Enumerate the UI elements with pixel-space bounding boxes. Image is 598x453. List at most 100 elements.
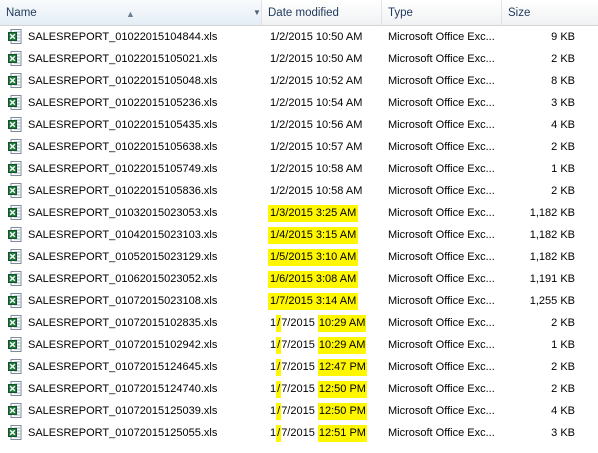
file-date-modified: 1/2/2015 10:58 AM bbox=[270, 180, 362, 202]
excel-file-icon bbox=[8, 183, 22, 198]
file-row[interactable]: SALESREPORT_01072015023108.xls 1/7/2015 3… bbox=[0, 290, 598, 312]
file-name[interactable]: SALESREPORT_01022015105048.xls bbox=[28, 70, 217, 92]
file-size: 1 KB bbox=[551, 339, 575, 351]
column-header-type[interactable]: Type bbox=[382, 0, 502, 25]
file-row[interactable]: SALESREPORT_01022015105749.xls 1/2/2015 1… bbox=[0, 158, 598, 180]
excel-file-icon bbox=[8, 249, 22, 264]
file-row[interactable]: SALESREPORT_01072015124645.xls 1/7/2015 1… bbox=[0, 356, 598, 378]
column-header-name-label: Name bbox=[6, 7, 37, 19]
date-text: 1/7/2015 10:29 AM bbox=[270, 337, 367, 354]
file-type: Microsoft Office Exc... bbox=[388, 361, 495, 373]
file-name[interactable]: SALESREPORT_01032015023053.xls bbox=[28, 202, 217, 224]
file-name[interactable]: SALESREPORT_01022015105236.xls bbox=[28, 92, 217, 114]
file-date-modified: 1/7/2015 3:14 AM bbox=[268, 290, 359, 312]
file-type: Microsoft Office Exc... bbox=[388, 251, 495, 263]
file-name[interactable]: SALESREPORT_01022015105836.xls bbox=[28, 180, 217, 202]
file-name[interactable]: SALESREPORT_01042015023103.xls bbox=[28, 224, 217, 246]
file-type: Microsoft Office Exc... bbox=[388, 207, 495, 219]
file-date-modified: 1/2/2015 10:50 AM bbox=[270, 48, 362, 70]
file-date-modified: 1/2/2015 10:56 AM bbox=[270, 114, 362, 136]
file-size: 9 KB bbox=[551, 31, 575, 43]
excel-file-icon bbox=[8, 227, 22, 242]
file-size: 2 KB bbox=[551, 53, 575, 65]
file-type: Microsoft Office Exc... bbox=[388, 31, 495, 43]
file-row[interactable]: SALESREPORT_01022015105435.xls 1/2/2015 1… bbox=[0, 114, 598, 136]
column-header-size-label: Size bbox=[508, 7, 531, 19]
date-text: 1/3/2015 3:25 AM bbox=[268, 205, 359, 222]
file-row[interactable]: SALESREPORT_01022015105236.xls 1/2/2015 1… bbox=[0, 92, 598, 114]
file-name[interactable]: SALESREPORT_01022015104844.xls bbox=[28, 26, 217, 48]
file-size: 1 KB bbox=[551, 163, 575, 175]
file-name[interactable]: SALESREPORT_01062015023052.xls bbox=[28, 268, 217, 290]
file-row[interactable]: SALESREPORT_01022015105048.xls 1/2/2015 1… bbox=[0, 70, 598, 92]
file-name[interactable]: SALESREPORT_01022015105638.xls bbox=[28, 136, 217, 158]
column-header-name[interactable]: Name ▲ bbox=[0, 0, 262, 25]
date-text: 1/2/2015 10:50 AM bbox=[270, 31, 363, 43]
file-size: 3 KB bbox=[551, 97, 575, 109]
excel-file-icon bbox=[8, 293, 22, 308]
file-row[interactable]: SALESREPORT_01072015102835.xls 1/7/2015 1… bbox=[0, 312, 598, 334]
excel-file-icon bbox=[8, 161, 22, 176]
file-name[interactable]: SALESREPORT_01072015023108.xls bbox=[28, 290, 217, 312]
file-row[interactable]: SALESREPORT_01072015124740.xls 1/7/2015 1… bbox=[0, 378, 598, 400]
file-row[interactable]: SALESREPORT_01022015105836.xls 1/2/2015 1… bbox=[0, 180, 598, 202]
file-row[interactable]: SALESREPORT_01072015125055.xls 1/7/2015 1… bbox=[0, 422, 598, 444]
file-name[interactable]: SALESREPORT_01072015102835.xls bbox=[28, 312, 217, 334]
file-date-modified: 1/7/2015 12:50 PM bbox=[270, 400, 367, 422]
excel-file-icon bbox=[8, 359, 22, 374]
excel-file-icon bbox=[8, 73, 22, 88]
file-row[interactable]: SALESREPORT_01022015105021.xls 1/2/2015 1… bbox=[0, 48, 598, 70]
file-type: Microsoft Office Exc... bbox=[388, 317, 495, 329]
sort-ascending-icon: ▲ bbox=[126, 9, 135, 19]
file-name[interactable]: SALESREPORT_01072015124645.xls bbox=[28, 356, 217, 378]
file-type: Microsoft Office Exc... bbox=[388, 119, 495, 131]
file-size: 2 KB bbox=[551, 317, 575, 329]
file-type: Microsoft Office Exc... bbox=[388, 383, 495, 395]
file-row[interactable]: SALESREPORT_01062015023052.xls 1/6/2015 3… bbox=[0, 268, 598, 290]
file-date-modified: 1/2/2015 10:57 AM bbox=[270, 136, 362, 158]
file-name[interactable]: SALESREPORT_01072015124740.xls bbox=[28, 378, 217, 400]
file-type: Microsoft Office Exc... bbox=[388, 97, 495, 109]
excel-file-icon bbox=[8, 315, 22, 330]
file-name[interactable]: SALESREPORT_01022015105021.xls bbox=[28, 48, 217, 70]
file-name[interactable]: SALESREPORT_01072015102942.xls bbox=[28, 334, 217, 356]
file-name[interactable]: SALESREPORT_01072015125039.xls bbox=[28, 400, 217, 422]
file-row[interactable]: SALESREPORT_01042015023103.xls 1/4/2015 3… bbox=[0, 224, 598, 246]
column-header-date-modified[interactable]: ▼ Date modified bbox=[253, 0, 382, 25]
file-size: 2 KB bbox=[551, 361, 575, 373]
file-name[interactable]: SALESREPORT_01072015125055.xls bbox=[28, 422, 217, 444]
file-name[interactable]: SALESREPORT_01052015023129.xls bbox=[28, 246, 217, 268]
file-row[interactable]: SALESREPORT_01022015105638.xls 1/2/2015 1… bbox=[0, 136, 598, 158]
file-row[interactable]: SALESREPORT_01072015125039.xls 1/7/2015 1… bbox=[0, 400, 598, 422]
file-row[interactable]: SALESREPORT_01072015102942.xls 1/7/2015 1… bbox=[0, 334, 598, 356]
file-date-modified: 1/2/2015 10:52 AM bbox=[270, 70, 362, 92]
file-date-modified: 1/7/2015 12:47 PM bbox=[270, 356, 367, 378]
column-header-size[interactable]: Size bbox=[502, 0, 598, 25]
file-type: Microsoft Office Exc... bbox=[388, 229, 495, 241]
date-text: 1/2/2015 10:57 AM bbox=[270, 141, 363, 153]
excel-file-icon bbox=[8, 271, 22, 286]
excel-file-icon bbox=[8, 205, 22, 220]
file-type: Microsoft Office Exc... bbox=[388, 141, 495, 153]
date-text: 1/6/2015 3:08 AM bbox=[268, 271, 359, 288]
file-size: 4 KB bbox=[551, 405, 575, 417]
file-size: 3 KB bbox=[551, 427, 575, 439]
excel-file-icon bbox=[8, 337, 22, 352]
file-row[interactable]: SALESREPORT_01052015023129.xls 1/5/2015 3… bbox=[0, 246, 598, 268]
file-row[interactable]: SALESREPORT_01032015023053.xls 1/3/2015 3… bbox=[0, 202, 598, 224]
date-text: 1/7/2015 10:29 AM bbox=[270, 315, 367, 332]
file-type: Microsoft Office Exc... bbox=[388, 53, 495, 65]
file-name[interactable]: SALESREPORT_01022015105435.xls bbox=[28, 114, 217, 136]
file-size: 8 KB bbox=[551, 75, 575, 87]
file-name[interactable]: SALESREPORT_01022015105749.xls bbox=[28, 158, 217, 180]
file-size: 2 KB bbox=[551, 141, 575, 153]
date-text: 1/2/2015 10:50 AM bbox=[270, 53, 363, 65]
file-size: 1,182 KB bbox=[529, 207, 575, 219]
file-size: 2 KB bbox=[551, 185, 575, 197]
dropdown-arrow-icon[interactable]: ▼ bbox=[253, 0, 261, 26]
excel-file-icon bbox=[8, 381, 22, 396]
file-date-modified: 1/7/2015 12:50 PM bbox=[270, 378, 367, 400]
file-row[interactable]: SALESREPORT_01022015104844.xls 1/2/2015 1… bbox=[0, 26, 598, 48]
file-date-modified: 1/7/2015 10:29 AM bbox=[270, 334, 367, 356]
file-type: Microsoft Office Exc... bbox=[388, 405, 495, 417]
